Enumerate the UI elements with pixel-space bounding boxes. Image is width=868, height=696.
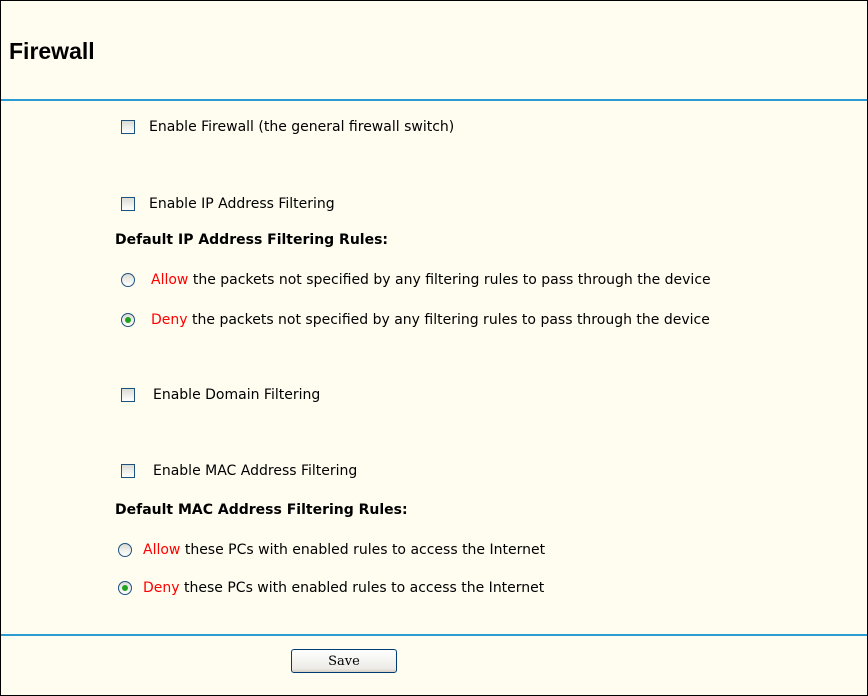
- ip-deny-radio[interactable]: [121, 313, 135, 327]
- enable-mac-filtering-row[interactable]: Enable MAC Address Filtering: [121, 461, 357, 481]
- mac-allow-radio[interactable]: [118, 543, 132, 557]
- firewall-panel: Firewall Enable Firewall (the general fi…: [0, 0, 868, 696]
- ip-deny-keyword: Deny: [151, 312, 188, 328]
- enable-domain-filtering-label: Enable Domain Filtering: [153, 387, 321, 403]
- enable-firewall-row[interactable]: Enable Firewall (the general firewall sw…: [121, 117, 454, 137]
- page-title: Firewall: [9, 38, 95, 64]
- ip-allow-keyword: Allow: [151, 272, 189, 288]
- enable-domain-filtering-checkbox[interactable]: [121, 388, 135, 402]
- enable-firewall-checkbox[interactable]: [121, 120, 135, 134]
- ip-allow-option[interactable]: Allow the packets not specified by any f…: [121, 270, 711, 290]
- mac-allow-option[interactable]: Allow these PCs with enabled rules to ac…: [118, 540, 545, 560]
- ip-allow-radio[interactable]: [121, 273, 135, 287]
- top-separator: [1, 99, 867, 101]
- ip-allow-text: the packets not specified by any filteri…: [188, 272, 711, 288]
- mac-deny-option[interactable]: Deny these PCs with enabled rules to acc…: [118, 578, 544, 598]
- bottom-separator: [1, 634, 867, 636]
- ip-rules-heading: Default IP Address Filtering Rules:: [115, 232, 389, 248]
- enable-ip-filtering-row[interactable]: Enable IP Address Filtering: [121, 194, 335, 214]
- enable-ip-filtering-checkbox[interactable]: [121, 197, 135, 211]
- mac-allow-keyword: Allow: [143, 542, 181, 558]
- enable-firewall-label: Enable Firewall (the general firewall sw…: [149, 119, 455, 135]
- enable-domain-filtering-row[interactable]: Enable Domain Filtering: [121, 385, 320, 405]
- enable-mac-filtering-checkbox[interactable]: [121, 464, 135, 478]
- mac-allow-text: these PCs with enabled rules to access t…: [180, 542, 546, 558]
- title-area: Firewall: [1, 1, 867, 99]
- ip-deny-option[interactable]: Deny the packets not specified by any fi…: [121, 310, 710, 330]
- ip-deny-text: the packets not specified by any filteri…: [187, 312, 710, 328]
- enable-mac-filtering-label: Enable MAC Address Filtering: [153, 463, 358, 479]
- radio-dot-icon: [125, 317, 131, 323]
- mac-deny-radio[interactable]: [118, 581, 132, 595]
- mac-rules-heading: Default MAC Address Filtering Rules:: [115, 502, 408, 518]
- save-button[interactable]: Save: [291, 649, 397, 673]
- enable-ip-filtering-label: Enable IP Address Filtering: [149, 196, 335, 212]
- mac-deny-text: these PCs with enabled rules to access t…: [179, 580, 545, 596]
- mac-deny-keyword: Deny: [143, 580, 180, 596]
- radio-dot-icon: [122, 585, 128, 591]
